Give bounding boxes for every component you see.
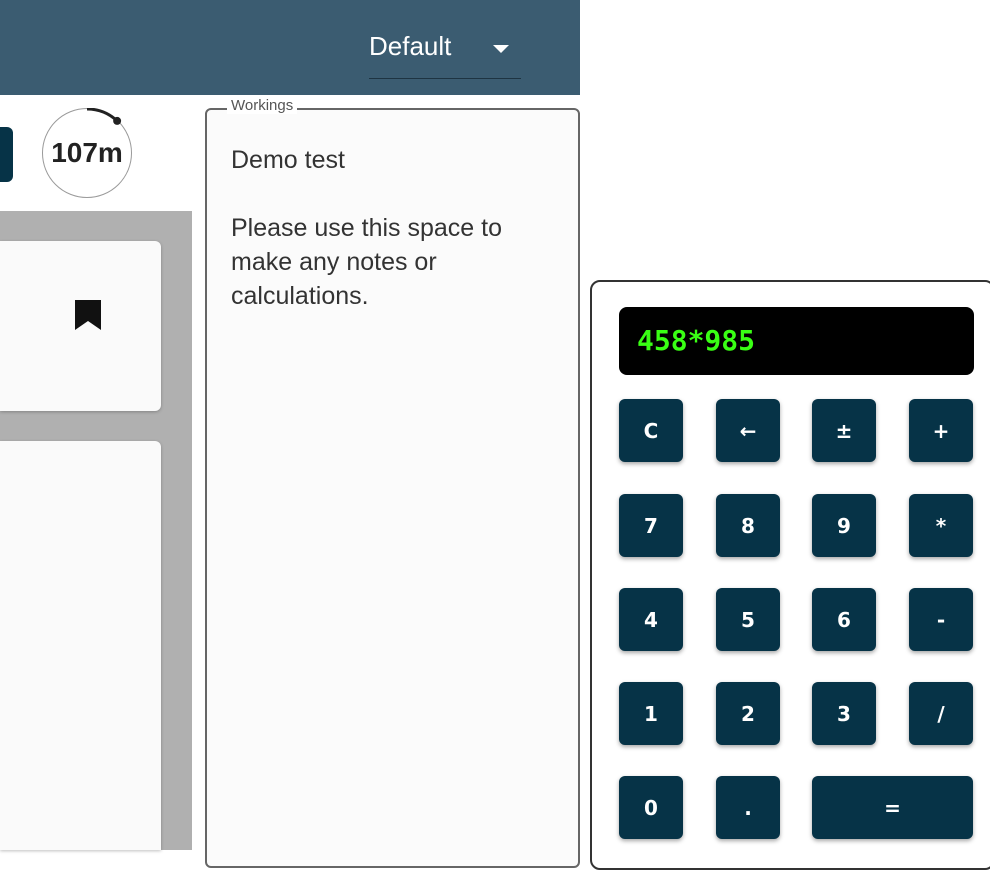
- key-6[interactable]: 6: [812, 588, 876, 651]
- key-decimal[interactable]: .: [716, 776, 780, 839]
- workings-legend: Workings: [227, 97, 298, 114]
- key-5[interactable]: 5: [716, 588, 780, 651]
- key-divide[interactable]: /: [909, 682, 973, 745]
- calculator-display: 458*985: [619, 307, 974, 375]
- key-8[interactable]: 8: [716, 494, 780, 557]
- caret-down-icon: [493, 45, 509, 53]
- key-3[interactable]: 3: [812, 682, 876, 745]
- key-9[interactable]: 9: [812, 494, 876, 557]
- bookmark-icon[interactable]: [75, 300, 101, 330]
- key-0[interactable]: 0: [619, 776, 683, 839]
- top-header-bar: Default: [0, 0, 580, 95]
- key-backspace[interactable]: ←: [716, 399, 780, 462]
- toolbar-button[interactable]: [0, 127, 13, 182]
- key-multiply[interactable]: *: [909, 494, 973, 557]
- key-add[interactable]: +: [909, 399, 973, 462]
- countdown-timer: 107m: [42, 108, 132, 198]
- key-1[interactable]: 1: [619, 682, 683, 745]
- theme-dropdown[interactable]: Default: [369, 28, 521, 79]
- answer-card: [0, 441, 161, 850]
- key-clear[interactable]: C: [619, 399, 683, 462]
- workings-textarea[interactable]: Demo test Please use this space to make …: [231, 143, 566, 313]
- key-equals[interactable]: =: [812, 776, 973, 839]
- key-subtract[interactable]: -: [909, 588, 973, 651]
- key-negate[interactable]: ±: [812, 399, 876, 462]
- theme-dropdown-value: Default: [369, 31, 452, 61]
- key-4[interactable]: 4: [619, 588, 683, 651]
- key-7[interactable]: 7: [619, 494, 683, 557]
- key-2[interactable]: 2: [716, 682, 780, 745]
- timer-text: 107m: [51, 137, 123, 168]
